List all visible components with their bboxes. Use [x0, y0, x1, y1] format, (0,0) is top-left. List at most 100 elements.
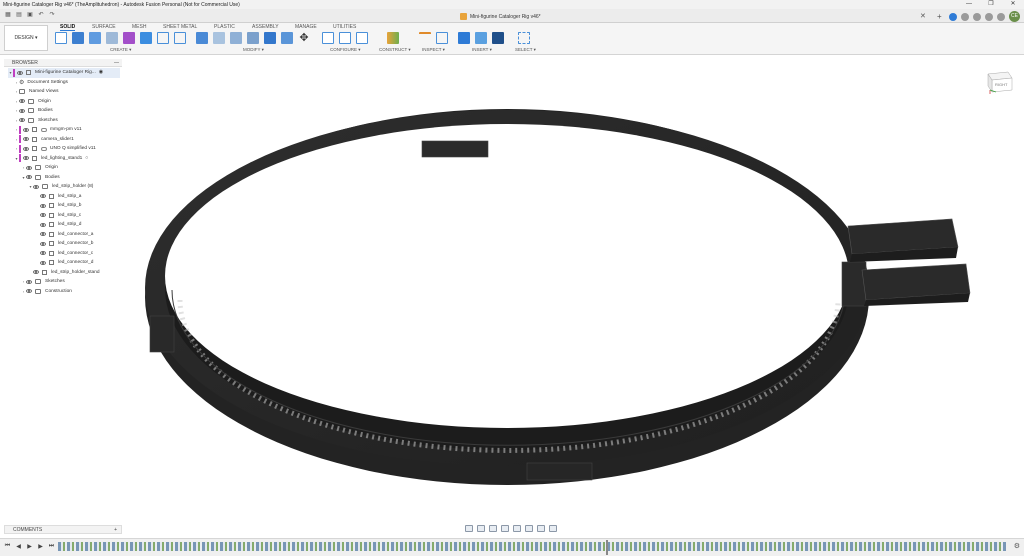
redo-icon[interactable]: ↷ — [48, 11, 56, 19]
collapse-browser-icon[interactable]: — — [114, 59, 119, 67]
select-menu[interactable]: SELECT ▾ — [515, 47, 536, 53]
extensions-icon[interactable] — [949, 12, 957, 21]
tree-item-uno-q[interactable]: › UNO Q simplified v11 — [14, 144, 96, 154]
tree-item-body[interactable]: led_strip_holder_stand — [33, 268, 100, 278]
maximize-button[interactable]: ❐ — [980, 0, 1002, 9]
tree-item-body[interactable]: led_connector_d — [40, 258, 93, 268]
visibility-eye-icon[interactable] — [33, 184, 39, 189]
visibility-eye-icon[interactable] — [23, 146, 29, 151]
play-icon[interactable]: ▶ — [26, 543, 33, 550]
tree-item-body[interactable]: led_strip_c — [40, 211, 81, 221]
profile-icon[interactable] — [997, 12, 1005, 21]
insert-menu[interactable]: INSERT ▾ — [472, 47, 492, 53]
viewport-canvas[interactable] — [0, 55, 1024, 525]
user-avatar[interactable]: CE — [1009, 11, 1020, 22]
visibility-eye-icon[interactable] — [19, 99, 25, 104]
tree-item-bodies[interactable]: › Bodies — [14, 106, 53, 116]
viewports-icon[interactable] — [549, 525, 557, 532]
tab-sheet-metal[interactable]: SHEET METAL — [163, 24, 197, 30]
tab-manage[interactable]: MANAGE — [295, 24, 317, 30]
visibility-eye-icon[interactable] — [40, 203, 46, 208]
configure-menu[interactable]: CONFIGURE ▾ — [330, 47, 361, 53]
create-sketch-icon[interactable] — [55, 32, 67, 44]
tree-item-led-strip-holder[interactable]: ▾ led_strip_holder (8) — [28, 182, 93, 192]
sweep-icon[interactable] — [106, 32, 118, 44]
tree-item-named-views[interactable]: › Named Views — [14, 87, 59, 97]
tree-item-body[interactable]: led_strip_b — [40, 201, 81, 211]
look-at-icon[interactable] — [477, 525, 485, 532]
configure-table-icon[interactable] — [339, 32, 351, 44]
tree-item-body[interactable]: led_strip_d — [40, 220, 81, 230]
undo-icon[interactable]: ↶ — [37, 11, 45, 19]
tree-item-sketches[interactable]: › Sketches — [14, 116, 58, 126]
go-to-start-icon[interactable]: ⏮ — [4, 543, 11, 550]
move-icon[interactable]: ✥ — [298, 32, 310, 44]
job-status-icon[interactable] — [961, 12, 969, 21]
tree-item-stand-origin[interactable]: › Origin — [21, 163, 58, 173]
select-icon[interactable] — [518, 32, 530, 44]
tree-item-body[interactable]: led_connector_b — [40, 239, 93, 249]
tree-item-stand-construction[interactable]: › Construction — [21, 287, 72, 297]
tab-surface[interactable]: SURFACE — [92, 24, 116, 30]
step-back-icon[interactable]: ◀ — [15, 543, 22, 550]
construct-plane-icon[interactable] — [387, 32, 399, 44]
insert-derive-icon[interactable] — [458, 32, 470, 44]
fillet-icon[interactable] — [213, 32, 225, 44]
activate-radio-icon[interactable]: ◉ — [99, 70, 103, 75]
tree-item-mmgm-pm[interactable]: › mmgm-pm v11 — [14, 125, 82, 135]
mirror-icon[interactable] — [174, 32, 186, 44]
visibility-eye-icon[interactable] — [40, 194, 46, 199]
pan-icon[interactable] — [489, 525, 497, 532]
shell-icon[interactable] — [247, 32, 259, 44]
chamfer-icon[interactable] — [230, 32, 242, 44]
tree-item-body[interactable]: led_connector_c — [40, 249, 93, 259]
timeline-feature-track[interactable] — [58, 542, 1006, 551]
tree-item-origin[interactable]: › Origin — [14, 97, 51, 107]
inspect-menu[interactable]: INSPECT ▾ — [422, 47, 445, 53]
display-settings-icon[interactable] — [525, 525, 533, 532]
workspace-switcher[interactable]: DESIGN ▾ — [4, 25, 48, 51]
visibility-eye-icon[interactable] — [40, 251, 46, 256]
loft-icon[interactable] — [123, 32, 135, 44]
file-icon[interactable]: ▤ — [15, 11, 23, 19]
comments-panel[interactable]: COMMENTS + — [4, 525, 122, 534]
revolve-icon[interactable] — [89, 32, 101, 44]
tree-item-stand-sketches[interactable]: › Sketches — [21, 277, 65, 287]
visibility-eye-icon[interactable] — [23, 156, 29, 161]
close-window-button[interactable]: ✕ — [1002, 0, 1024, 9]
measure-icon[interactable] — [419, 32, 431, 44]
app-grid-icon[interactable]: ▦ — [4, 11, 12, 19]
notifications-icon[interactable] — [973, 12, 981, 21]
visibility-eye-icon[interactable] — [23, 127, 29, 132]
timeline-marker[interactable] — [606, 540, 608, 555]
rib-icon[interactable] — [140, 32, 152, 44]
visibility-eye-icon[interactable] — [40, 241, 46, 246]
visibility-eye-icon[interactable] — [40, 213, 46, 218]
offset-face-icon[interactable] — [281, 32, 293, 44]
pattern-icon[interactable] — [157, 32, 169, 44]
close-tab-icon[interactable]: ✕ — [920, 12, 926, 20]
help-icon[interactable] — [985, 12, 993, 21]
construct-menu[interactable]: CONSTRUCT ▾ — [379, 47, 411, 53]
activate-radio-icon[interactable]: ○ — [85, 156, 88, 161]
visibility-eye-icon[interactable] — [26, 289, 32, 294]
create-menu[interactable]: CREATE ▾ — [110, 47, 131, 53]
visibility-eye-icon[interactable] — [19, 118, 25, 123]
led-ring-model[interactable] — [145, 109, 971, 485]
visibility-eye-icon[interactable] — [26, 165, 32, 170]
minimize-button[interactable]: — — [958, 0, 980, 9]
configure-rule-icon[interactable] — [356, 32, 368, 44]
tree-item-body[interactable]: led_strip_a — [40, 192, 81, 202]
save-icon[interactable]: ▣ — [26, 11, 34, 19]
viewcube[interactable]: RIGHT — [982, 68, 1016, 96]
tree-item-camera-slider[interactable]: › camera_slider1 — [14, 135, 74, 145]
visibility-eye-icon[interactable] — [17, 70, 23, 75]
fit-icon[interactable] — [513, 525, 521, 532]
visibility-eye-icon[interactable] — [26, 279, 32, 284]
tab-plastic[interactable]: PLASTIC — [214, 24, 235, 30]
visibility-eye-icon[interactable] — [40, 232, 46, 237]
section-analysis-icon[interactable] — [436, 32, 448, 44]
grid-settings-icon[interactable] — [537, 525, 545, 532]
tree-item-document-settings[interactable]: › ⚙ Document Settings — [14, 78, 68, 88]
visibility-eye-icon[interactable] — [23, 137, 29, 142]
